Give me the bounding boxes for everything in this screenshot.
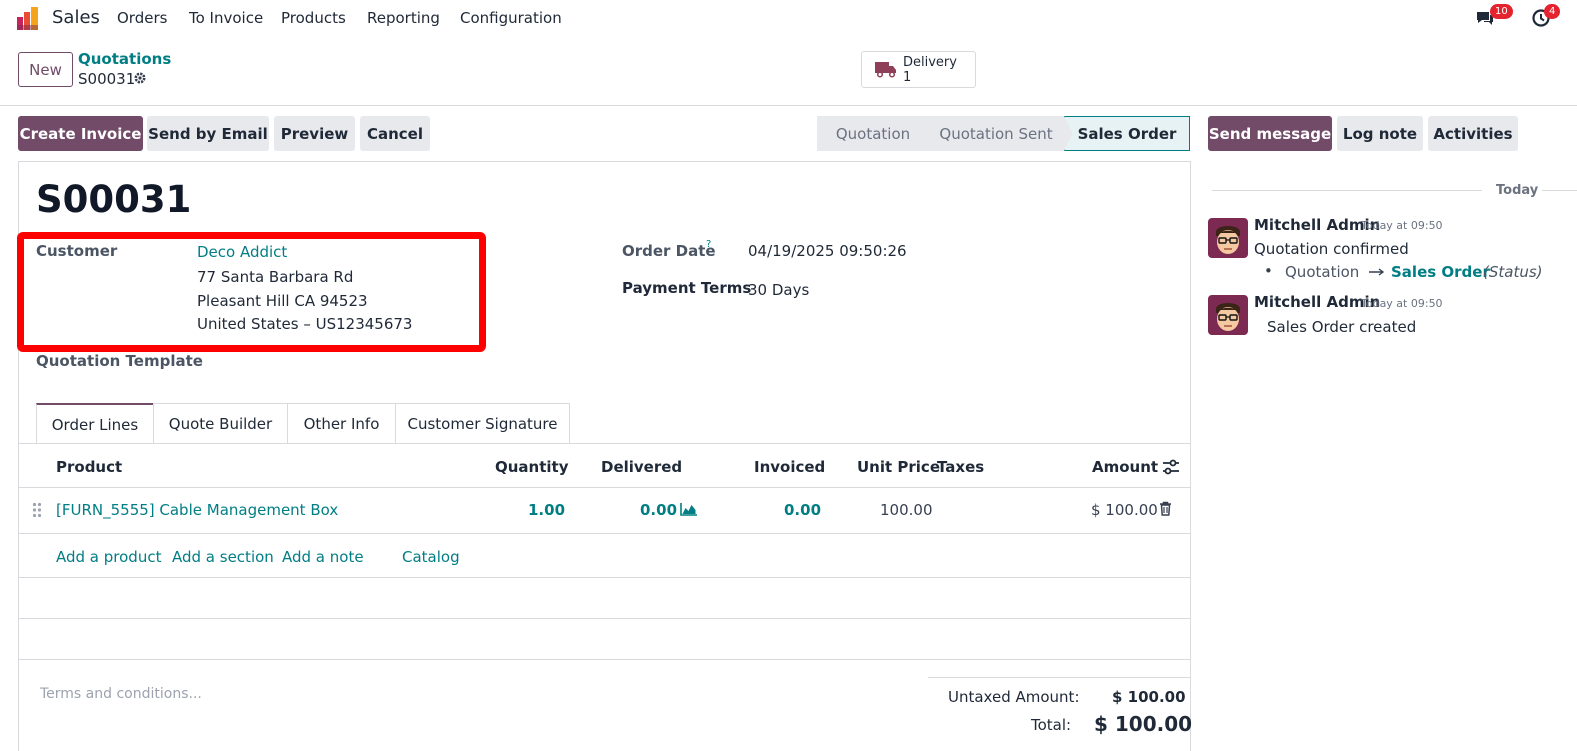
customer-highlight-box (17, 232, 486, 352)
menu-configuration[interactable]: Configuration (460, 9, 562, 27)
activities-button[interactable]: Activities (1428, 116, 1518, 151)
row-invoiced[interactable]: 0.00 (784, 501, 821, 519)
row-unit-price[interactable]: 100.00 (880, 501, 933, 519)
col-product[interactable]: Product (56, 458, 122, 476)
payment-terms-label: Payment Terms (622, 279, 752, 297)
truck-icon (875, 62, 896, 78)
preview-button[interactable]: Preview (274, 116, 355, 151)
activities-badge: 4 (1544, 4, 1561, 19)
delivery-count: 1 (903, 70, 912, 85)
col-amount[interactable]: Amount (1092, 458, 1158, 476)
untaxed-amount-value: $ 100.00 (1112, 688, 1186, 706)
log-note-button[interactable]: Log note (1337, 116, 1423, 151)
tracking-old-value: Quotation (1285, 263, 1360, 281)
breadcrumb-quotations[interactable]: Quotations (78, 50, 171, 68)
status-sales-order[interactable]: Sales Order (1064, 116, 1190, 151)
row-quantity[interactable]: 1.00 (528, 501, 565, 519)
drag-handle-icon[interactable] (32, 502, 42, 518)
avatar[interactable] (1208, 218, 1248, 258)
row-delivered[interactable]: 0.00 (640, 501, 677, 519)
breadcrumb-current: S00031 (78, 70, 136, 88)
create-invoice-button[interactable]: Create Invoice (18, 116, 143, 151)
col-invoiced[interactable]: Invoiced (754, 458, 825, 476)
catalog-link[interactable]: Catalog (402, 548, 460, 566)
quotation-template-label: Quotation Template (36, 352, 203, 370)
message-body: Quotation confirmed (1254, 240, 1409, 258)
tab-quote-builder[interactable]: Quote Builder (153, 403, 288, 444)
send-message-button[interactable]: Send message (1208, 116, 1332, 151)
col-delivered[interactable]: Delivered (601, 458, 682, 476)
tabs-divider (18, 443, 1191, 444)
tracking-field: (Status) (1483, 263, 1543, 281)
new-button[interactable]: New (18, 52, 73, 87)
trash-icon[interactable] (1159, 501, 1172, 516)
tracking-bullet: • (1264, 262, 1273, 280)
row-amount: $ 100.00 (1091, 501, 1158, 519)
chatter-date-line-right (1542, 190, 1577, 191)
control-panel (0, 35, 1577, 106)
col-unit-price[interactable]: Unit Price (857, 458, 940, 476)
total-value: $ 100.00 (1094, 712, 1193, 736)
totals-divider (928, 677, 1190, 678)
untaxed-amount-label: Untaxed Amount: (948, 688, 1080, 706)
row-product[interactable]: [FURN_5555] Cable Management Box (56, 501, 338, 519)
order-date-value[interactable]: 04/19/2025 09:50:26 (748, 242, 907, 260)
menu-orders[interactable]: Orders (117, 9, 167, 27)
add-note-link[interactable]: Add a note (282, 548, 364, 566)
forecast-chart-icon[interactable] (680, 502, 698, 516)
cancel-button[interactable]: Cancel (360, 116, 430, 151)
gear-icon[interactable] (133, 71, 147, 85)
payment-terms-value[interactable]: 30 Days (748, 281, 809, 299)
tab-customer-signature[interactable]: Customer Signature (395, 403, 570, 444)
messages-badge: 10 (1490, 4, 1513, 19)
status-quotation[interactable]: Quotation (817, 116, 929, 151)
tab-order-lines[interactable]: Order Lines (36, 403, 154, 444)
terms-input[interactable]: Terms and conditions... (40, 686, 202, 702)
row-divider (19, 533, 1190, 534)
message-body: Sales Order created (1267, 318, 1417, 336)
add-section-link[interactable]: Add a section (172, 548, 274, 566)
top-navbar: Sales Orders To Invoice Products Reporti… (0, 0, 1577, 35)
message-time: Today at 09:50 (1361, 297, 1443, 310)
order-date-label: Order Date (622, 242, 716, 260)
total-label: Total: (1031, 716, 1072, 734)
tracking-new-value: Sales Order (1391, 263, 1490, 281)
menu-reporting[interactable]: Reporting (367, 9, 440, 27)
message-time: Today at 09:50 (1361, 219, 1443, 232)
delivery-label: Delivery (903, 55, 957, 70)
chatter-date-separator: Today (1496, 183, 1539, 198)
table-bottom-border (19, 659, 1190, 660)
sales-app-icon[interactable] (16, 5, 42, 31)
col-quantity[interactable]: Quantity (495, 458, 569, 476)
record-name: S00031 (36, 178, 192, 221)
status-quotation-sent[interactable]: Quotation Sent (919, 116, 1073, 151)
order-date-help-icon[interactable]: ? (706, 239, 711, 250)
column-settings-icon[interactable] (1162, 459, 1180, 475)
tab-other-info[interactable]: Other Info (287, 403, 396, 444)
empty-row-divider-2 (19, 618, 1190, 619)
empty-row-divider-1 (19, 577, 1190, 578)
send-by-email-button[interactable]: Send by Email (147, 116, 269, 151)
arrow-right-icon (1369, 268, 1385, 276)
col-taxes[interactable]: Taxes (937, 458, 984, 476)
menu-products[interactable]: Products (281, 9, 346, 27)
add-product-link[interactable]: Add a product (56, 548, 161, 566)
avatar[interactable] (1208, 295, 1248, 335)
menu-to-invoice[interactable]: To Invoice (189, 9, 263, 27)
chatter-date-line-left (1212, 190, 1482, 191)
app-name[interactable]: Sales (52, 7, 100, 28)
